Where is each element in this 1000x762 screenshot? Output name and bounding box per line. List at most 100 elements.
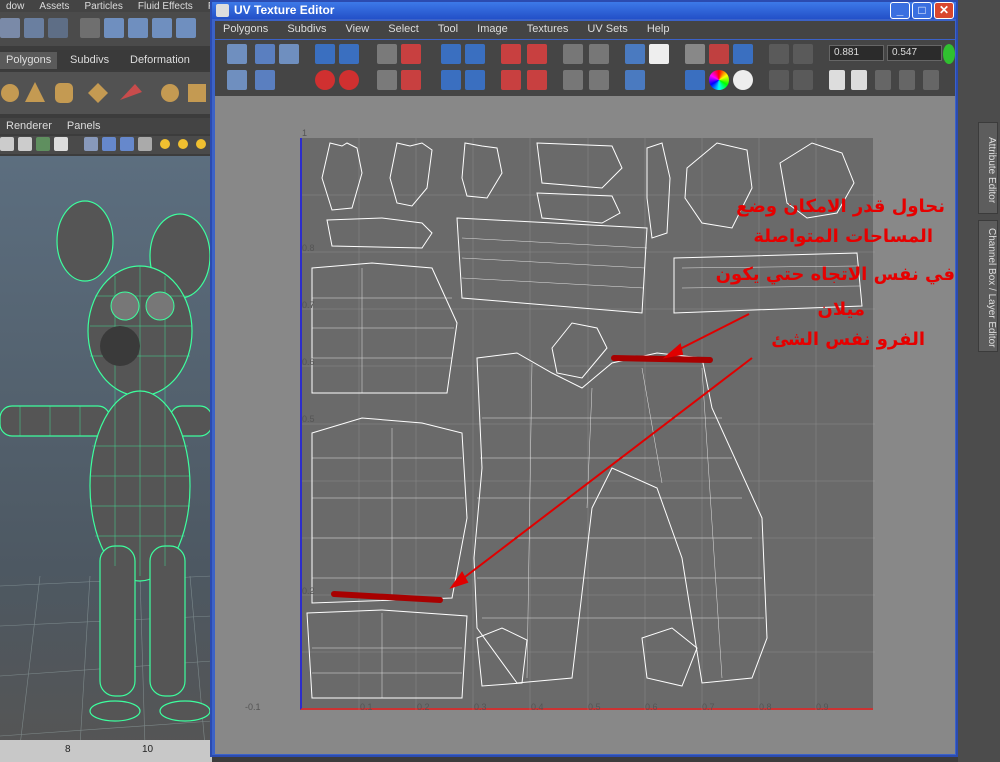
poly-cone-icon[interactable]: [25, 82, 45, 102]
align-min-u-icon[interactable]: [501, 44, 521, 64]
menu-renderer[interactable]: Renderer: [0, 118, 58, 134]
split-uv-icon[interactable]: [401, 44, 421, 64]
snap-point-icon[interactable]: [128, 18, 148, 38]
refresh-psd-icon[interactable]: [769, 70, 789, 90]
uv-smudge-icon[interactable]: [227, 70, 247, 90]
u-tick-label: 0.1: [360, 702, 373, 712]
light-default-icon[interactable]: [196, 139, 206, 149]
paste-v-icon[interactable]: [899, 70, 915, 90]
snap-plane-icon[interactable]: [152, 18, 172, 38]
color-wheel-icon[interactable]: [709, 70, 729, 90]
toggle-grid-icon[interactable]: [685, 44, 705, 64]
tab-attribute-editor[interactable]: Attribute Editor: [978, 122, 998, 214]
light-all-icon[interactable]: [178, 139, 188, 149]
menu-view[interactable]: View: [338, 21, 378, 37]
snap-curve-icon[interactable]: [104, 18, 124, 38]
smooth-shade-icon[interactable]: [18, 137, 32, 151]
toggle-filter-icon[interactable]: [709, 44, 729, 64]
snapshot-icon[interactable]: [563, 70, 583, 90]
relax-uv-icon[interactable]: [465, 70, 485, 90]
menu-panels[interactable]: Panels: [61, 118, 107, 134]
rotate-cw-icon[interactable]: [339, 70, 359, 90]
select-shortest-edge-icon[interactable]: [255, 70, 275, 90]
selection-mask-icon[interactable]: [24, 18, 44, 38]
light-icon[interactable]: [160, 139, 170, 149]
unfold-uv-icon[interactable]: [441, 70, 461, 90]
extrude-icon[interactable]: [120, 84, 142, 100]
display-image-icon[interactable]: [625, 44, 645, 64]
move-uv-shell-icon[interactable]: [255, 44, 275, 64]
tab-polygons[interactable]: Polygons: [0, 52, 58, 69]
uv-canvas[interactable]: 1 0.8 0.7 0.6 0.5 0.2 -0.1 0.1 0.2 0.3 0…: [215, 96, 955, 754]
uv-v-field[interactable]: 0.547: [887, 45, 942, 61]
display-rgb-icon[interactable]: [685, 70, 705, 90]
maximize-button[interactable]: □: [912, 2, 932, 19]
cut-uv-icon[interactable]: [377, 44, 397, 64]
align-min-v-icon[interactable]: [501, 70, 521, 90]
use-image-ratio-icon[interactable]: [769, 44, 789, 64]
isolate-icon[interactable]: [589, 70, 609, 90]
cube-icon[interactable]: [84, 137, 98, 151]
uv-u-field[interactable]: 0.881: [829, 45, 884, 61]
menu-help[interactable]: Help: [639, 21, 678, 37]
layout-uv-icon[interactable]: [441, 44, 461, 64]
menu-image[interactable]: Image: [469, 21, 516, 37]
move-sew-icon[interactable]: [401, 70, 421, 90]
select-mode-icon[interactable]: [0, 18, 20, 38]
smooth-icon[interactable]: [161, 84, 179, 102]
align-max-u-icon[interactable]: [527, 44, 547, 64]
pixel-snap-icon[interactable]: [589, 44, 609, 64]
snap-grid-icon[interactable]: [80, 18, 100, 38]
dim-image-icon[interactable]: [625, 70, 645, 90]
psd-icon[interactable]: [793, 44, 813, 64]
ps-bake-icon[interactable]: [793, 70, 813, 90]
checker-icon[interactable]: [138, 137, 152, 151]
tab-channel-box[interactable]: Channel Box / Layer Editor: [978, 220, 998, 352]
refresh-uv-icon[interactable]: [943, 44, 955, 64]
menu-tool[interactable]: Tool: [430, 21, 466, 37]
pixel-icon[interactable]: [733, 44, 753, 64]
poly-sphere-icon[interactable]: [1, 84, 19, 102]
menu-uv-sets[interactable]: UV Sets: [579, 21, 635, 37]
copy-uv-icon[interactable]: [829, 70, 845, 90]
align-max-v-icon[interactable]: [527, 70, 547, 90]
cycle-uv-icon[interactable]: [923, 70, 939, 90]
texture-icon[interactable]: [36, 137, 50, 151]
menu-select[interactable]: Select: [380, 21, 427, 37]
tweak-uv-icon[interactable]: [279, 44, 299, 64]
grid-snap-icon[interactable]: [563, 44, 583, 64]
rotate-ccw-icon[interactable]: [315, 70, 335, 90]
tab-deformation[interactable]: Deformation: [124, 52, 196, 69]
shaded-cube-icon[interactable]: [102, 137, 116, 151]
wireframe-icon[interactable]: [0, 137, 14, 151]
bevel-icon[interactable]: [188, 84, 206, 102]
perspective-viewport[interactable]: [0, 156, 212, 746]
make-live-icon[interactable]: [176, 18, 196, 38]
menu-item-assets[interactable]: Assets: [33, 2, 75, 12]
paste-uv-icon[interactable]: [851, 70, 867, 90]
sew-uv-icon[interactable]: [377, 70, 397, 90]
poly-cylinder-icon[interactable]: [55, 83, 73, 103]
menu-subdivs[interactable]: Subdivs: [279, 21, 334, 37]
checker-map-icon[interactable]: [649, 44, 669, 64]
alpha-icon[interactable]: [733, 70, 753, 90]
close-button[interactable]: ✕: [934, 2, 954, 19]
timeline[interactable]: 8 10: [0, 740, 212, 762]
paste-u-icon[interactable]: [875, 70, 891, 90]
poly-torus-icon[interactable]: [88, 83, 108, 103]
grid-uv-icon[interactable]: [465, 44, 485, 64]
tab-subdivs[interactable]: Subdivs: [64, 52, 115, 69]
textured-cube-icon[interactable]: [120, 137, 134, 151]
text-icon[interactable]: [54, 137, 68, 151]
flip-v-icon[interactable]: [339, 44, 359, 64]
component-mode-icon[interactable]: [48, 18, 68, 38]
menu-polygons[interactable]: Polygons: [215, 21, 276, 37]
menu-item-fluid-effects[interactable]: Fluid Effects: [132, 2, 199, 12]
minimize-button[interactable]: _: [890, 2, 910, 19]
menu-item-window[interactable]: dow: [0, 2, 30, 12]
flip-u-icon[interactable]: [315, 44, 335, 64]
menu-item-particles[interactable]: Particles: [79, 2, 129, 12]
menu-textures[interactable]: Textures: [519, 21, 577, 37]
uv-lattice-icon[interactable]: [227, 44, 247, 64]
uv-title-bar[interactable]: UV Texture Editor _ □ ✕: [212, 2, 956, 19]
